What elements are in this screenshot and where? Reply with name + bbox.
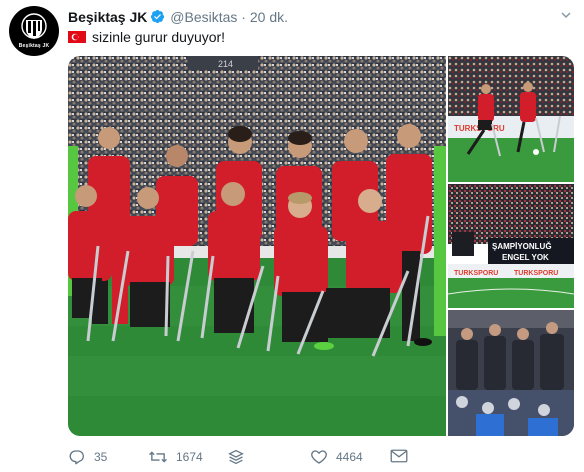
stadium-sign: 214 (218, 59, 233, 69)
vip-stand-photo[interactable] (448, 310, 574, 436)
like-icon (310, 448, 328, 466)
display-name[interactable]: Beşiktaş JK (68, 9, 147, 25)
stack-icon (228, 448, 244, 466)
tweet-body: sizinle gurur duyuyor! (92, 29, 226, 45)
match-photo-1[interactable]: TURKSPORU (448, 56, 574, 182)
avatar-label: Beşiktaş JK (18, 43, 50, 49)
tweet-actions: 35 1674 4464 (68, 448, 574, 468)
avatar[interactable]: Beşiktaş JK (9, 6, 59, 56)
retweet-icon (148, 448, 168, 466)
sponsor-board-3: TURKSPORU (514, 270, 558, 277)
timestamp[interactable]: 20 dk. (250, 9, 288, 25)
reply-count: 35 (94, 450, 108, 464)
message-button[interactable] (390, 448, 408, 464)
retweet-button[interactable]: 1674 (148, 448, 203, 466)
like-button[interactable]: 4464 (310, 448, 363, 466)
chevron-down-icon[interactable] (560, 8, 572, 26)
team-photo[interactable]: 214 (68, 56, 446, 436)
banner-line-2: ENGEL YOK (502, 253, 549, 262)
banner-line-1: ŞAMPİYONLUĞ (492, 242, 552, 251)
stack-button[interactable] (228, 448, 244, 466)
turkey-flag-icon (68, 31, 86, 43)
media-grid: 214 ŞAMPİYONLUĞ ENGEL YOK TURKSPORU TURK… (68, 56, 574, 436)
verified-badge-icon (150, 9, 165, 27)
like-count: 4464 (336, 450, 363, 464)
sponsor-board-2: TURKSPORU (454, 270, 498, 277)
tweet-header: Beşiktaş JK @Besiktas · 20 dk. (68, 9, 288, 27)
retweet-count: 1674 (176, 450, 203, 464)
message-icon (390, 448, 408, 464)
handle[interactable]: @Besiktas (170, 9, 237, 25)
tweet-text: sizinle gurur duyuyor! (68, 29, 225, 45)
banner-photo[interactable]: ŞAMPİYONLUĞ ENGEL YOK TURKSPORU TURKSPOR… (448, 184, 574, 308)
reply-button[interactable]: 35 (68, 448, 107, 466)
reply-icon (68, 448, 86, 466)
separator-dot: · (241, 9, 246, 25)
